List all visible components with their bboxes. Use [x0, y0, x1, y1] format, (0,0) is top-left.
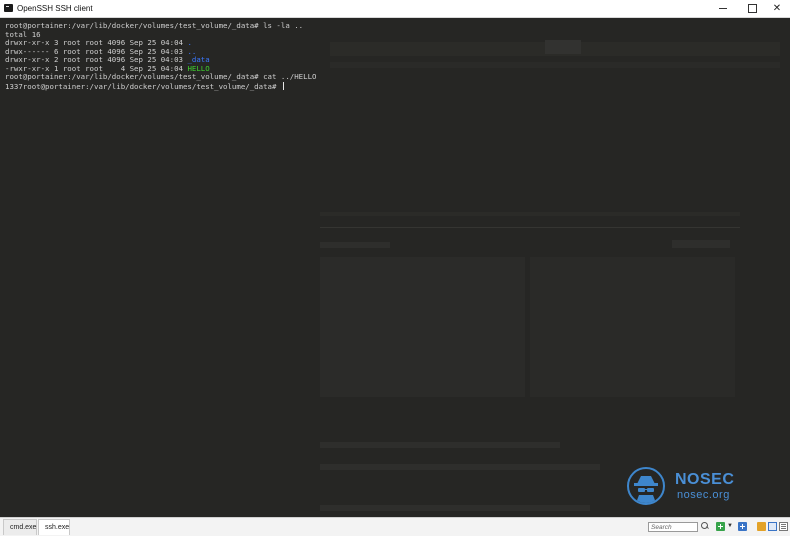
terminal-text: 1337root@portainer:/var/lib/docker/volum…: [5, 81, 281, 91]
tab-cmd[interactable]: cmd.exe: [3, 519, 37, 535]
close-button[interactable]: ✕: [764, 0, 790, 17]
add-icon[interactable]: [716, 522, 725, 531]
window-titlebar: OpenSSH SSH client ✕: [0, 0, 790, 18]
console-taskbar: cmd.exe ssh.exe Search ▼: [0, 517, 790, 536]
terminal-output[interactable]: root@portainer:/var/lib/docker/volumes/t…: [5, 21, 785, 91]
watermark-brand: NOSEC: [675, 471, 735, 488]
dropdown-icon[interactable]: ▼: [727, 522, 736, 531]
nosec-watermark: NOSEC nosec.org: [625, 466, 745, 510]
minimize-button[interactable]: [710, 0, 736, 17]
search-icon[interactable]: [701, 522, 708, 529]
search-input[interactable]: Search: [648, 522, 698, 532]
text-cursor: [282, 81, 285, 90]
terminal-text: root@portainer:/var/lib/docker/volumes/t…: [5, 21, 304, 30]
tab-ssh[interactable]: ssh.exe: [38, 519, 70, 535]
window-title: OpenSSH SSH client: [17, 4, 93, 13]
maximize-button[interactable]: [739, 0, 765, 17]
layout-icon[interactable]: [768, 522, 777, 531]
maximize-icon: [747, 4, 757, 13]
terminal-line: 1337root@portainer:/var/lib/docker/volum…: [5, 81, 785, 91]
menu-icon[interactable]: [779, 522, 788, 531]
watermark-url: nosec.org: [677, 489, 730, 501]
terminal-line: root@portainer:/var/lib/docker/volumes/t…: [5, 21, 785, 31]
terminal-text: root@portainer:/var/lib/docker/volumes/t…: [5, 72, 317, 81]
terminal-app-icon: [4, 4, 13, 12]
plus-icon[interactable]: [738, 522, 747, 531]
close-icon: ✕: [772, 3, 782, 14]
background-ghost-document: [0, 17, 790, 517]
lock-icon[interactable]: [757, 522, 766, 531]
spy-icon: [627, 467, 665, 505]
minimize-icon: [719, 8, 727, 9]
terminal-line: root@portainer:/var/lib/docker/volumes/t…: [5, 72, 785, 82]
